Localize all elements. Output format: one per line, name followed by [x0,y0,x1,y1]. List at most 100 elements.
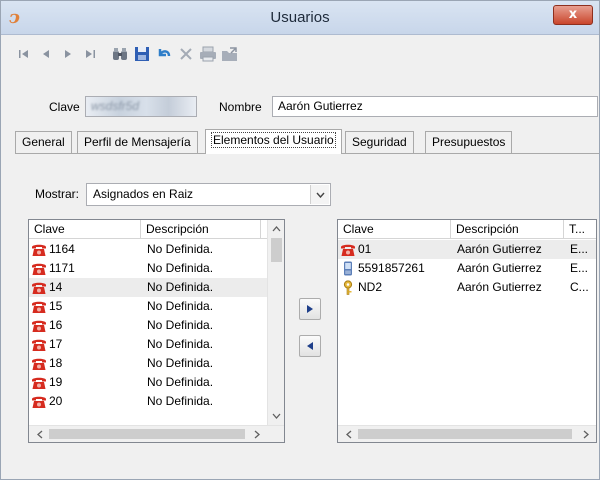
clave-value: wsdsfr5d [91,99,140,113]
tab-presupuestos[interactable]: Presupuestos [425,131,513,153]
cell-clave-text: 19 [49,375,63,389]
table-row[interactable]: 20 No Definida. [29,392,284,411]
cell-clave: ND2 [338,278,451,297]
first-record-icon[interactable] [13,43,35,65]
cell-descripcion: No Definida. [141,373,265,392]
unassign-button[interactable] [299,335,321,357]
cell-clave-text: 20 [49,394,63,408]
left-grid-header: Clave Descripción [29,220,284,239]
undo-icon[interactable] [153,43,175,65]
scroll-down-icon[interactable] [268,407,284,424]
cell-clave: 1164 [29,240,141,259]
cell-descripcion-text: No Definida. [147,375,214,389]
right-grid: Clave Descripción T... 01 Aarón Gutierrez… [337,219,597,443]
cell-descripcion: Aarón Gutierrez [451,240,564,259]
scroll-thumb-horizontal[interactable] [358,429,572,439]
scroll-left-icon[interactable] [31,426,48,442]
cell-clave-text: 5591857261 [358,261,425,275]
print-icon[interactable] [197,43,219,65]
right-col-descripcion[interactable]: Descripción [451,220,564,239]
previous-record-icon[interactable] [35,43,57,65]
right-col-clave[interactable]: Clave [338,220,451,239]
table-row[interactable]: 18 No Definida. [29,354,284,373]
cell-clave: 1171 [29,259,141,278]
table-row[interactable]: 1164 No Definida. [29,240,284,259]
left-col-clave[interactable]: Clave [29,220,141,239]
cell-descripcion: No Definida. [141,240,265,259]
mostrar-value: Asignados en Raiz [93,187,194,201]
toolbar [13,39,433,69]
tab-general[interactable]: General [15,131,72,153]
close-button[interactable]: x [553,5,593,25]
last-record-icon[interactable] [79,43,101,65]
cell-clave: 18 [29,354,141,373]
cell-descripcion-text: Aarón Gutierrez [457,261,542,275]
left-horizontal-scrollbar[interactable] [29,425,284,442]
scroll-thumb[interactable] [271,238,282,262]
scroll-thumb-horizontal[interactable] [49,429,245,439]
table-row[interactable]: 1171 No Definida. [29,259,284,278]
tab-seguridad[interactable]: Seguridad [345,131,414,153]
table-row[interactable]: 19 No Definida. [29,373,284,392]
cell-descripcion-text: No Definida. [147,337,214,351]
cell-descripcion-text: No Definida. [147,280,214,294]
cell-clave-text: 01 [358,242,372,256]
cell-descripcion-text: Aarón Gutierrez [457,280,542,294]
title-bar: ↄ Usuarios x [1,1,599,35]
scroll-up-icon[interactable] [268,220,284,237]
delete-icon[interactable] [175,43,197,65]
table-row[interactable]: 16 No Definida. [29,316,284,335]
tab-elementos-del-usuario[interactable]: Elementos del Usuario [205,129,342,154]
next-record-icon[interactable] [57,43,79,65]
cell-clave-text: 14 [49,280,63,294]
assign-button[interactable] [299,298,321,320]
mostrar-label: Mostrar: [35,187,80,201]
tab-seguridad-label: Seguridad [352,135,407,149]
save-icon[interactable] [131,43,153,65]
cell-descripcion: No Definida. [141,335,265,354]
arrow-right-icon [307,305,313,313]
table-row[interactable]: 14 No Definida. [29,278,284,297]
cell-descripcion-text: No Definida. [147,261,214,275]
left-grid: Clave Descripción 1164 No Definida. 1171 No… [28,219,285,443]
chevron-down-icon[interactable] [310,185,329,204]
left-vertical-scrollbar[interactable] [267,220,284,425]
tab-perfil-label: Perfil de Mensajería [84,135,191,149]
cell-tipo: C... [564,278,596,297]
mostrar-select[interactable]: Asignados en Raiz [86,183,331,206]
right-horizontal-scrollbar[interactable] [338,425,596,442]
clave-field[interactable]: wsdsfr5d [85,96,197,117]
table-row[interactable]: 5591857261 Aarón Gutierrez E... [338,259,596,278]
cell-clave-text: 15 [49,299,63,313]
scroll-left-icon[interactable] [340,426,357,442]
cell-clave: 20 [29,392,141,411]
table-row[interactable]: 15 No Definida. [29,297,284,316]
table-row[interactable]: ND2 Aarón Gutierrez C... [338,278,596,297]
cell-clave: 16 [29,316,141,335]
cell-descripcion: No Definida. [141,392,265,411]
cell-descripcion: No Definida. [141,259,265,278]
cell-clave-text: 1164 [49,242,75,256]
binoculars-icon[interactable] [109,43,131,65]
scroll-right-icon[interactable] [248,426,265,442]
scroll-right-icon[interactable] [577,426,594,442]
cell-clave: 14 [29,278,141,297]
cell-clave: 15 [29,297,141,316]
table-row[interactable]: 01 Aarón Gutierrez E... [338,240,596,259]
right-col-tipo[interactable]: T... [564,220,596,239]
arrow-left-icon [307,342,313,350]
cell-descripcion-text: No Definida. [147,356,214,370]
cell-descripcion-text: No Definida. [147,242,214,256]
cell-tipo: E... [564,259,596,278]
table-row[interactable]: 17 No Definida. [29,335,284,354]
cell-tipo: E... [564,240,596,259]
tab-perfil-de-mensajeria[interactable]: Perfil de Mensajería [77,131,198,153]
cell-descripcion-text: No Definida. [147,394,214,408]
cell-clave-text: 17 [49,337,63,351]
cell-descripcion-text: Aarón Gutierrez [457,242,542,256]
export-icon[interactable] [219,43,241,65]
cell-clave: 01 [338,240,451,259]
nombre-field[interactable]: Aarón Gutierrez [272,96,598,117]
left-col-descripcion[interactable]: Descripción [141,220,261,239]
cell-tipo-text: E... [570,242,589,256]
